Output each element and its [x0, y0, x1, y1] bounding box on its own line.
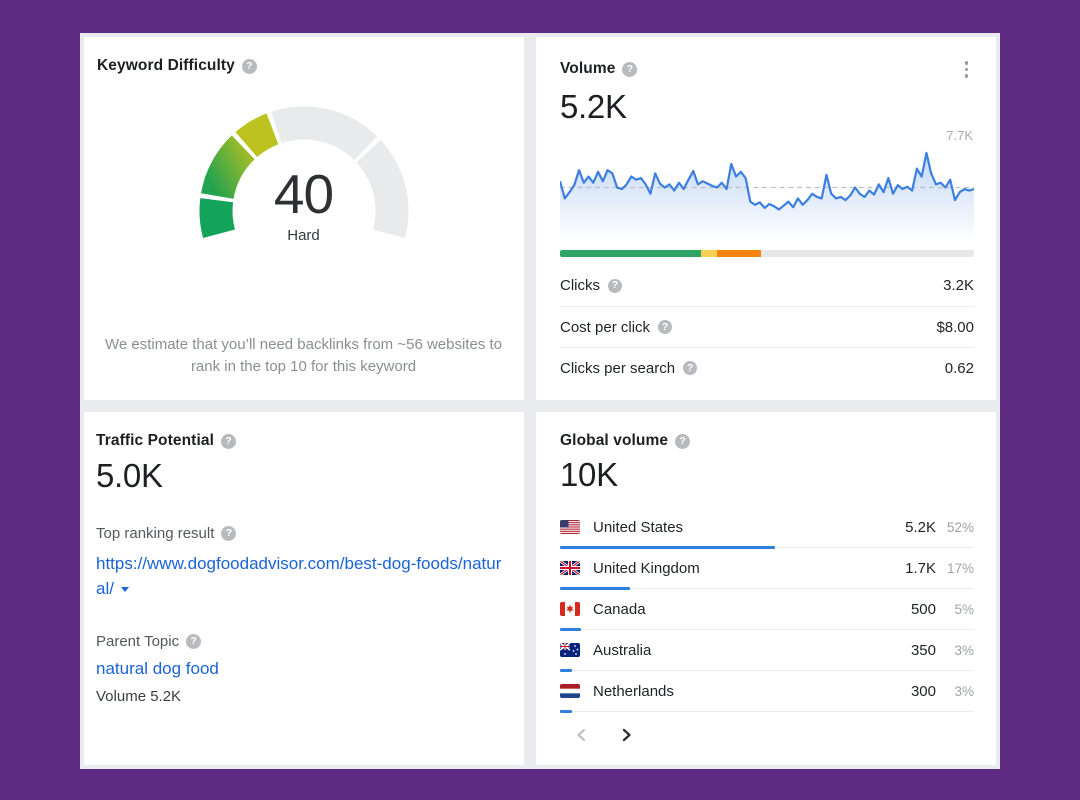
country-share: 3%	[954, 683, 974, 699]
country-volume-list: United States 5.2K 52% United Kingdom 1.…	[560, 508, 974, 713]
difficulty-gauge-center: 40 Hard	[273, 163, 334, 244]
table-row: Netherlands 300 3%	[560, 672, 974, 713]
top-ranking-result-link[interactable]: https://www.dogfoodadvisor.com/best-dog-…	[96, 551, 510, 601]
table-row: United States 5.2K 52%	[560, 508, 974, 549]
metric-value: 0.62	[944, 359, 974, 377]
prev-page-button[interactable]	[574, 727, 589, 743]
card-title: Volume	[560, 60, 616, 78]
table-row: United Kingdom 1.7K 17%	[560, 549, 974, 590]
country-name: United Kingdom	[593, 559, 700, 577]
global-volume-value: 10K	[560, 456, 618, 493]
difficulty-gauge: 40 Hard	[194, 101, 414, 277]
global-volume-header: Global volume	[560, 432, 974, 450]
metric-label: Clicks per search	[560, 360, 698, 377]
trend-max-label: 7.7K	[946, 127, 973, 143]
card-title: Global volume	[560, 432, 669, 449]
traffic-potential-card: Traffic Potential 5.0K Top ranking resul…	[84, 412, 524, 765]
metric-label: Cost per click	[560, 319, 673, 336]
help-icon[interactable]	[675, 433, 691, 449]
card-title: Keyword Difficulty	[97, 57, 235, 74]
difficulty-note: We estimate that you’ll need backlinks f…	[104, 336, 502, 375]
volume-header: Volume	[560, 57, 974, 82]
kebab-menu-icon[interactable]	[959, 57, 975, 82]
country-list-pagination	[574, 727, 974, 743]
traffic-potential-header: Traffic Potential	[96, 432, 510, 450]
gb-flag-icon	[560, 561, 580, 575]
metric-row: Clicks per search 0.62	[560, 347, 974, 388]
help-icon[interactable]	[220, 433, 236, 449]
volume-card: Volume 5.2K 7.7K Clicks 3.2K Cost per cl…	[536, 37, 996, 400]
volume-metrics-list: Clicks 3.2K Cost per click $8.00 Clicks …	[560, 265, 974, 388]
country-share: 3%	[954, 642, 974, 658]
keyword-difficulty-card: Keyword Difficulty 40 Hard We estimate t…	[84, 37, 524, 400]
metric-label: Clicks	[560, 277, 622, 294]
country-share-bar	[560, 628, 974, 631]
parent-topic-label: Parent Topic	[96, 633, 510, 650]
country-volume: 5.2K	[905, 518, 936, 536]
keyword-difficulty-header: Keyword Difficulty	[97, 57, 510, 75]
table-row: Australia 350 3%	[560, 631, 974, 672]
card-title: Traffic Potential	[96, 432, 214, 449]
metric-row: Cost per click $8.00	[560, 306, 974, 347]
help-icon[interactable]	[221, 526, 237, 541]
metric-row: Clicks 3.2K	[560, 265, 974, 306]
help-icon[interactable]	[622, 61, 638, 77]
country-share: 17%	[946, 560, 974, 576]
help-icon[interactable]	[186, 634, 202, 649]
top-ranking-result-label: Top ranking result	[96, 525, 510, 542]
help-icon[interactable]	[608, 278, 622, 293]
dropdown-caret-icon[interactable]	[120, 586, 129, 592]
country-share-bar	[560, 546, 974, 549]
next-page-button[interactable]	[619, 727, 634, 743]
country-volume: 300	[910, 682, 936, 700]
parent-topic-volume: Volume 5.2K	[96, 688, 182, 705]
help-icon[interactable]	[658, 320, 673, 334]
country-share: 5%	[954, 601, 974, 617]
country-name: United States	[593, 518, 684, 536]
table-row: Canada 500 5%	[560, 590, 974, 631]
ca-flag-icon	[560, 602, 580, 616]
help-icon[interactable]	[683, 361, 698, 375]
help-icon[interactable]	[241, 58, 257, 74]
country-share-bar	[560, 587, 974, 590]
country-volume: 350	[910, 641, 936, 659]
metrics-grid: Keyword Difficulty 40 Hard We estimate t…	[80, 33, 1000, 769]
volume-value: 5.2K	[560, 87, 627, 125]
nl-flag-icon	[560, 684, 580, 698]
global-volume-card: Global volume 10K United States 5.2K 52%…	[536, 412, 996, 765]
au-flag-icon	[560, 643, 580, 657]
country-share-bar	[560, 669, 974, 672]
country-name: Australia	[593, 641, 652, 659]
difficulty-label: Hard	[287, 227, 320, 244]
volume-trend-chart	[560, 144, 974, 248]
metric-value: $8.00	[936, 318, 974, 336]
difficulty-value: 40	[273, 163, 334, 225]
country-name: Netherlands	[593, 682, 674, 700]
us-flag-icon	[560, 520, 580, 534]
country-share-bar	[560, 710, 974, 713]
parent-topic-link[interactable]: natural dog food	[96, 659, 510, 679]
country-name: Canada	[593, 600, 646, 618]
traffic-potential-value: 5.0K	[96, 457, 163, 494]
country-share: 52%	[946, 519, 974, 535]
country-volume: 1.7K	[905, 559, 936, 577]
metric-value: 3.2K	[943, 277, 974, 294]
country-volume: 500	[910, 600, 936, 618]
clicks-distribution-bar	[560, 250, 974, 257]
